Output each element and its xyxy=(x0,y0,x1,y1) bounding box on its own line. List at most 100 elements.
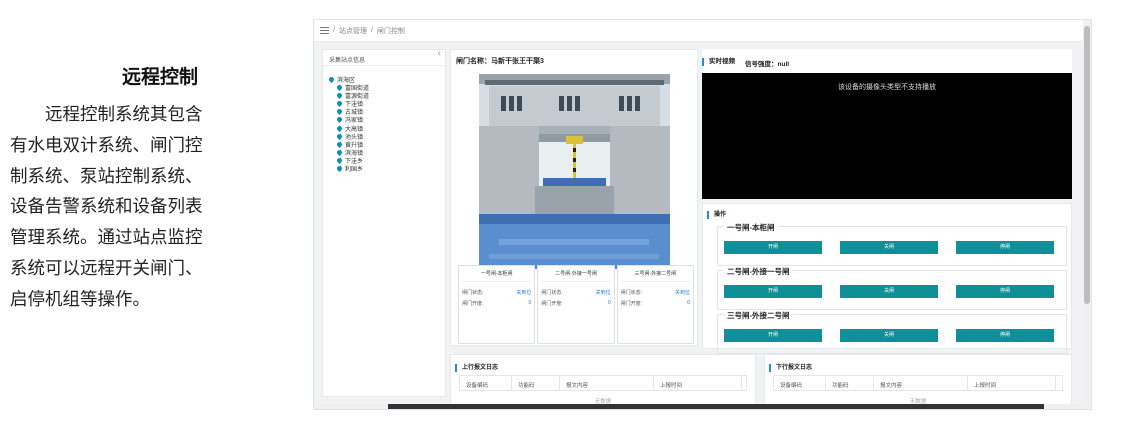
status-label: 闸门状态: xyxy=(541,290,563,296)
gate-status-cards: 一号闸-本柜闸 闸门状态: 关到位 闸门开度: 0 二号闸-外接一号闸 闸门状态… xyxy=(458,265,694,344)
column-header: 功能码 xyxy=(826,376,874,390)
tree-item-label: 利国乡 xyxy=(345,167,364,174)
document-line: 制系统、泵站控制系统、 xyxy=(10,166,203,187)
operations-panel: 操作 一号闸-本柜闸 开闸 关闸 停闸 二号闸-外接一号闸 开闸 关闸 停闸 三… xyxy=(702,203,1072,354)
vertical-scrollbar[interactable] xyxy=(1083,20,1091,409)
location-pin-icon xyxy=(335,83,344,91)
document-title: 远程控制 xyxy=(121,66,198,88)
downlink-log-panel: 下行报文日志 设备编码 功能码 报文内容 上报时间 无数据 xyxy=(764,354,1072,409)
location-pin-icon xyxy=(335,157,344,165)
open-gate-button[interactable]: 开闸 xyxy=(724,285,822,298)
column-header: 功能码 xyxy=(512,376,560,390)
group-title: 三号闸-外接二号闸 xyxy=(724,310,793,321)
gate-3d-model xyxy=(479,74,670,269)
open-label: 闸门开度: xyxy=(462,301,484,307)
close-gate-button[interactable]: 关闸 xyxy=(840,241,938,254)
document-line: 启停机组等操作。 xyxy=(10,289,150,310)
gate-status-card: 一号闸-本柜闸 闸门状态: 关到位 闸门开度: 0 xyxy=(458,265,536,344)
signal-strength: 信号强度：null xyxy=(745,61,790,68)
location-pin-icon xyxy=(335,99,344,108)
status-value: 关到位 xyxy=(674,290,690,296)
card-open-row: 闸门开度: 0 xyxy=(462,300,531,307)
downlink-log-title: 下行报文日志 xyxy=(769,364,812,372)
scrollbar-thumb[interactable] xyxy=(1084,26,1090,304)
location-pin-icon xyxy=(335,124,344,132)
gate-status-card: 二号闸-外接一号闸 闸门状态: 关到位 闸门开度: 0 xyxy=(537,265,615,344)
open-gate-button[interactable]: 开闸 xyxy=(724,241,822,254)
stop-gate-button[interactable]: 停闸 xyxy=(956,241,1054,254)
location-pin-icon xyxy=(327,75,336,83)
location-pin-icon xyxy=(335,108,344,116)
gate-2-controls: 二号闸-外接一号闸 开闸 关闸 停闸 xyxy=(717,266,1067,310)
gate-3-controls: 三号闸-外接二号闸 开闸 关闸 停闸 xyxy=(717,310,1067,354)
card-open-row: 闸门开度: 0 xyxy=(621,300,690,307)
video-header: 实时视频 信号强度：null xyxy=(702,58,789,68)
card-status-row: 闸门状态: 关到位 xyxy=(621,289,690,296)
downlink-log-header: 设备编码 功能码 报文内容 上报时间 xyxy=(773,375,1063,391)
close-gate-button[interactable]: 关闸 xyxy=(840,329,938,342)
column-header: 上报时间 xyxy=(968,376,1056,390)
stop-gate-button[interactable]: 停闸 xyxy=(956,329,1054,342)
status-value: 关到位 xyxy=(595,290,611,296)
document-line: 管理系统。通过站点监控 xyxy=(10,228,203,249)
status-label: 闸门状态: xyxy=(620,290,643,296)
document-panel: 远程控制 远程控制系统其包含 有水电双计系统、闸门控 制系统、泵站控制系统、 设… xyxy=(0,0,300,439)
location-pin-icon xyxy=(335,91,344,99)
status-value: 关到位 xyxy=(516,290,532,296)
tree-title: 采集站点信息 xyxy=(329,58,366,64)
column-header: 设备编码 xyxy=(774,376,826,390)
breadcrumb: / 站点管理 / 闸门控制 xyxy=(314,20,1091,42)
location-pin-icon xyxy=(335,165,344,173)
group-title: 一号闸-本柜闸 xyxy=(724,222,778,233)
card-open-row: 闸门开度: 0 xyxy=(541,300,610,307)
station-tree-panel: 采集站点信息 ‹ 滨海区 富国街道 富源街道 下洼镇 古城镇 冯家镇 大高镇 池… xyxy=(322,48,446,397)
column-header: 设备编码 xyxy=(460,376,512,390)
breadcrumb-separator: / xyxy=(370,27,373,34)
column-header: 上报时间 xyxy=(654,376,742,390)
document-line: 远程控制系统其包含 xyxy=(10,105,203,125)
close-gate-button[interactable]: 关闸 xyxy=(840,285,938,298)
open-label: 闸门开度: xyxy=(541,301,563,307)
gate-name: 闸门名称：马新干张王干渠3 xyxy=(456,58,544,65)
document-line: 有水电双计系统、闸门控 xyxy=(10,135,203,156)
gate-panel: 闸门名称：马新干张王干渠3 一号闸-本柜闸 闸门状态: 关到位 闸门开度: 0 … xyxy=(450,49,698,346)
location-pin-icon xyxy=(335,149,344,157)
uplink-log-panel: 上行报文日志 设备编码 功能码 报文内容 上报时间 无数据 xyxy=(450,354,756,409)
document-body: 远程控制系统其包含 有水电双计系统、闸门控 制系统、泵站控制系统、 设备告警系统… xyxy=(10,100,300,316)
menu-icon[interactable] xyxy=(320,27,329,34)
open-gate-button[interactable]: 开闸 xyxy=(724,329,822,342)
app-screenshot: / 站点管理 / 闸门控制 采集站点信息 ‹ 滨海区 富国街道 富源街道 下洼镇… xyxy=(313,19,1092,410)
video-panel: 实时视频 信号强度：null 该设备的摄像头类型不支持播放 xyxy=(702,49,1072,199)
tree-header: 采集站点信息 ‹ xyxy=(323,48,445,66)
breadcrumb-separator: / xyxy=(333,27,335,34)
uplink-log-title: 上行报文日志 xyxy=(455,364,498,372)
column-header: 报文内容 xyxy=(560,376,654,390)
breadcrumb-item[interactable]: 站点管理 xyxy=(339,26,367,36)
gate-status-card: 三号闸-外接二号闸 闸门状态: 关到位 闸门开度: 0 xyxy=(616,265,694,344)
collapse-icon[interactable]: ‹ xyxy=(438,48,441,59)
open-label: 闸门开度: xyxy=(620,301,643,307)
card-title: 三号闸-外接二号闸 xyxy=(620,270,690,282)
tree-item[interactable]: 利国乡 xyxy=(335,165,445,174)
gate-1-controls: 一号闸-本柜闸 开闸 关闸 停闸 xyxy=(717,222,1067,266)
operations-title: 操作 xyxy=(707,211,726,219)
video-player[interactable]: 该设备的摄像头类型不支持播放 xyxy=(702,73,1072,199)
card-status-row: 闸门状态: 关到位 xyxy=(462,289,531,296)
document-line: 系统可以远程开关闸门、 xyxy=(10,258,203,279)
scrollbar-thumb[interactable] xyxy=(388,404,1044,409)
document-line: 设备告警系统和设备列表 xyxy=(10,197,203,218)
location-pin-icon xyxy=(335,132,344,140)
card-status-row: 闸门状态: 关到位 xyxy=(541,289,610,296)
open-value: 0 xyxy=(528,300,532,306)
uplink-log-header: 设备编码 功能码 报文内容 上报时间 xyxy=(459,375,747,391)
horizontal-scrollbar[interactable] xyxy=(314,404,1085,409)
card-title: 二号闸-外接一号闸 xyxy=(541,270,611,282)
video-message: 该设备的摄像头类型不支持播放 xyxy=(838,84,936,91)
open-value: 0 xyxy=(607,300,611,306)
location-pin-icon xyxy=(335,116,344,124)
status-label: 闸门状态: xyxy=(462,290,484,296)
stop-gate-button[interactable]: 停闸 xyxy=(956,285,1054,298)
breadcrumb-item: 闸门控制 xyxy=(376,27,405,35)
video-title: 实时视频 xyxy=(702,58,735,66)
open-value: 0 xyxy=(687,300,690,306)
